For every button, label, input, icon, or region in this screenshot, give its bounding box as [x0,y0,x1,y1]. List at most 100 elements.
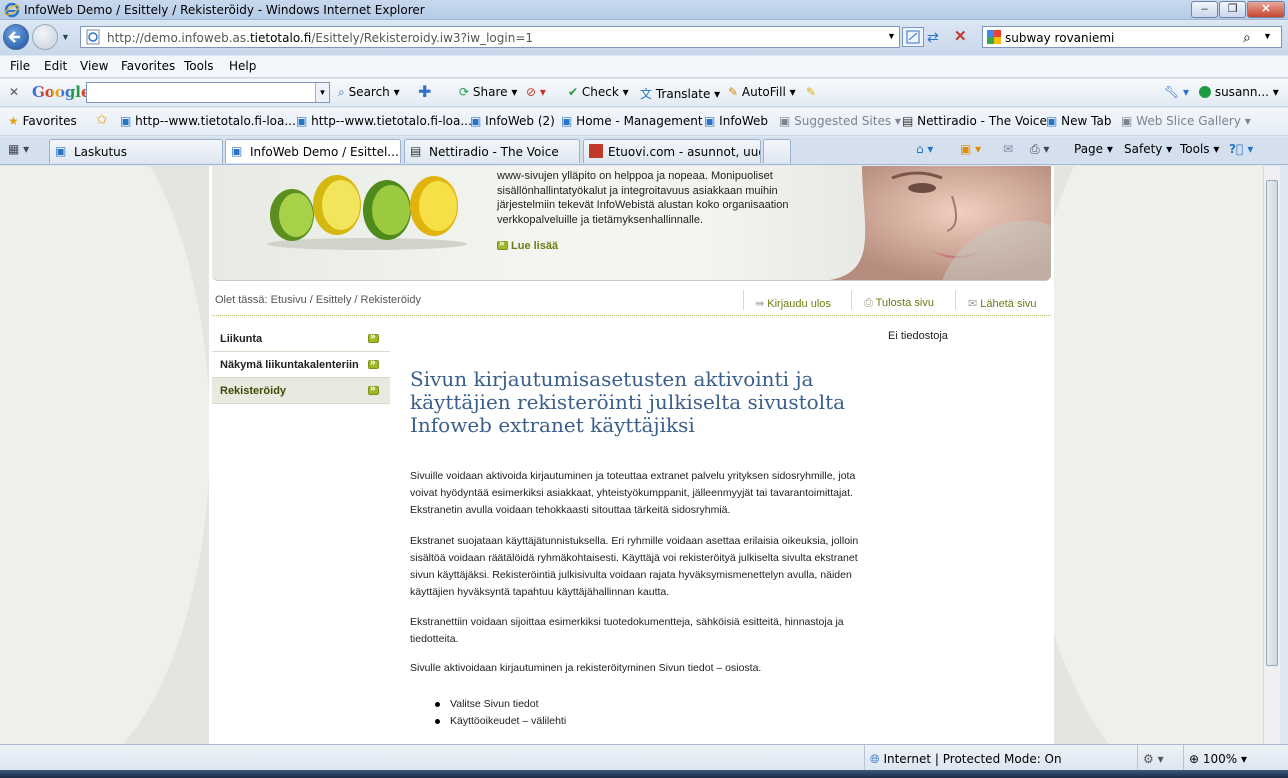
favorite-item-2[interactable]: ▣ http--www.tietotalo.fi-loa... [296,114,472,128]
menu-help[interactable]: Help [229,59,256,73]
back-arrow-icon [8,31,20,43]
page-icon: ▣ [231,144,243,158]
suggested-sites-icon: ▣ [779,114,791,128]
menu-view[interactable]: View [80,59,108,73]
stop-icon[interactable]: ✕ [954,27,967,45]
favorite-item-4[interactable]: ▣ Home - Management [561,114,703,128]
favorite-item-9[interactable]: ▣ Web Slice Gallery ▾ [1121,114,1251,128]
help-icon[interactable]: ?⃝ ▾ [1229,142,1253,156]
search-options-dropdown[interactable]: ▼ [1263,31,1272,41]
menu-bar: File Edit View Favorites Tools Help [0,56,1288,78]
minimize-button[interactable]: – [1191,1,1218,18]
page-menu[interactable]: Page ▾ [1074,142,1113,156]
protected-mode-icon[interactable]: ⚙ ▾ [1143,752,1164,766]
user-status-icon [1199,86,1211,98]
compatibility-icon [906,30,920,44]
maximize-button[interactable]: ❐ [1219,1,1246,18]
favorite-item-7[interactable]: ▤ Nettiradio - The Voice [902,114,1047,128]
favorites-button[interactable]: ★ Favorites [8,114,77,128]
print-page-link[interactable]: ⎙ Tulosta sivu [864,297,934,310]
search-input[interactable]: subway rovaniemi ⌕ ▼ [982,26,1282,48]
nav-item-liikuntakalenteri[interactable]: Näkymä liikuntakalenteriin [212,352,390,378]
share-button[interactable]: ⟳ Share ▾ [459,85,517,99]
refresh-icon[interactable]: ⇄ [927,29,939,46]
tab-laskutus[interactable]: ▣ Laskutus [49,139,223,163]
user-account-button[interactable]: susann... ▾ [1199,85,1279,99]
menu-edit[interactable]: Edit [44,59,67,73]
menu-file[interactable]: File [10,59,30,73]
spell-check-button[interactable]: ✔ Check ▾ [568,85,629,99]
recent-pages-dropdown[interactable]: ▼ [61,32,70,42]
read-more-link[interactable]: Lue lisää [497,238,558,252]
tab-nettiradio[interactable]: ▤ Nettiradio - The Voice [404,139,580,163]
address-bar[interactable]: http://demo.infoweb.as.tietotalo.fi/Esit… [80,26,900,48]
page-container: www-sivujen ylläpito on helppoa ja nopea… [209,166,1054,744]
quick-tabs-icon[interactable]: ▦ ▾ [8,142,29,156]
compatibility-view-button[interactable] [902,27,924,47]
autofill-button[interactable]: ✎ AutoFill ▾ [728,85,796,99]
security-zone[interactable]: 🌐︎ Internet | Protected Mode: On [870,752,1062,767]
google-logo: Google [32,83,91,101]
search-icon[interactable]: ⌕ [1243,29,1251,46]
tools-menu[interactable]: Tools ▾ [1180,142,1219,156]
address-dropdown[interactable]: ▼ [887,31,896,41]
paragraph: Sivuille voidaan aktivoida kirjautuminen… [410,470,856,516]
zoom-level[interactable]: ⊕ 100% ▾ [1189,752,1247,766]
lime-slices-image [267,175,467,250]
home-icon[interactable]: ⌂ ▾ [916,142,933,156]
arrow-right-icon [368,357,379,369]
page-icon: ▣ [561,114,573,128]
tab-infoweb-demo[interactable]: ▣ InfoWeb Demo / Esittel... [225,139,401,163]
nav-item-rekisteroidy[interactable]: Rekisteröidy [212,378,390,404]
logout-link[interactable]: ⇛ Kirjaudu ulos [755,297,831,310]
popup-blocker-icon[interactable]: ⊘ ▾ [526,85,546,99]
taskbar [0,770,1288,778]
mail-icon[interactable]: ✉ [1003,142,1013,156]
check-icon: ✔ [568,85,579,99]
google-search-dropdown[interactable]: ▼ [315,83,329,102]
translate-button[interactable]: 文 Translate ▾ [640,85,720,102]
close-button[interactable]: ✕ [1247,1,1285,18]
add-to-favorites-icon[interactable]: ✩ [96,112,108,128]
nav-item-liikunta[interactable]: Liikunta [212,326,390,352]
globe-icon: 🌐︎ [870,752,880,766]
favorites-bar: ★ Favorites ✩ ▣ http--www.tietotalo.fi-l… [0,108,1288,136]
scrollbar-thumb[interactable] [1266,180,1278,666]
address-row: ▼ http://demo.infoweb.as.tietotalo.fi/Es… [0,21,1288,55]
google-toolbar: ✕ Google ▼ ⌕ Search ▾ ✚ ⟳ Share ▾ ⊘ ▾ ✔ … [0,79,1288,107]
google-search-button[interactable]: ⌕ Search ▾ [338,85,400,100]
paragraph: Ekstranettiin voidaan sijoittaa esimerki… [410,616,844,645]
menu-favorites[interactable]: Favorites [121,59,175,73]
wrench-icon[interactable]: 🔧︎ ▾ [1164,85,1189,99]
zoom-icon: ⊕ [1189,752,1200,766]
divider [864,745,865,771]
list-item: Käyttöoikeudet – välilehti [435,713,566,730]
mail-icon: ✉ [968,298,978,310]
favorite-item-3[interactable]: ▣ InfoWeb (2) [470,114,555,128]
translate-icon: 文 [640,87,653,101]
logout-icon: ⇛ [755,298,765,310]
favorite-item-1[interactable]: ▣ http--www.tietotalo.fi-loa... [120,114,296,128]
status-bar: 🌐︎ Internet | Protected Mode: On ⚙ ▾ ⊕ 1… [0,744,1288,771]
feeds-icon[interactable]: ▣ ▾ [960,142,981,156]
print-icon[interactable]: ⎙ ▾ [1030,142,1049,157]
highlight-icon[interactable]: ✎ [806,85,816,99]
arrow-right-icon [497,238,508,250]
favorite-item-8[interactable]: ▣ New Tab [1046,114,1111,128]
paragraph: Sivulle aktivoidaan kirjautuminen ja rek… [410,662,762,674]
vertical-scrollbar[interactable] [1263,166,1280,744]
favorite-item-6[interactable]: ▣ Suggested Sites ▾ [779,114,901,128]
title-bar: InfoWeb Demo / Esittely / Rekisteröidy -… [0,0,1288,20]
add-button-icon[interactable]: ✚ [418,82,431,101]
favorite-item-5[interactable]: ▣ InfoWeb [704,114,768,128]
google-search-input[interactable]: ▼ [86,82,330,103]
background-arc-left [0,166,210,744]
menu-tools[interactable]: Tools [184,59,214,73]
tab-etuovi[interactable]: Etuovi.com - asunnot, uud... [583,139,761,163]
back-button[interactable] [3,24,29,50]
close-toolbar-icon[interactable]: ✕ [9,85,19,99]
forward-button[interactable] [32,24,58,50]
new-tab-button[interactable] [763,139,791,163]
safety-menu[interactable]: Safety ▾ [1124,142,1172,156]
send-page-link[interactable]: ✉ Lähetä sivu [968,297,1037,310]
